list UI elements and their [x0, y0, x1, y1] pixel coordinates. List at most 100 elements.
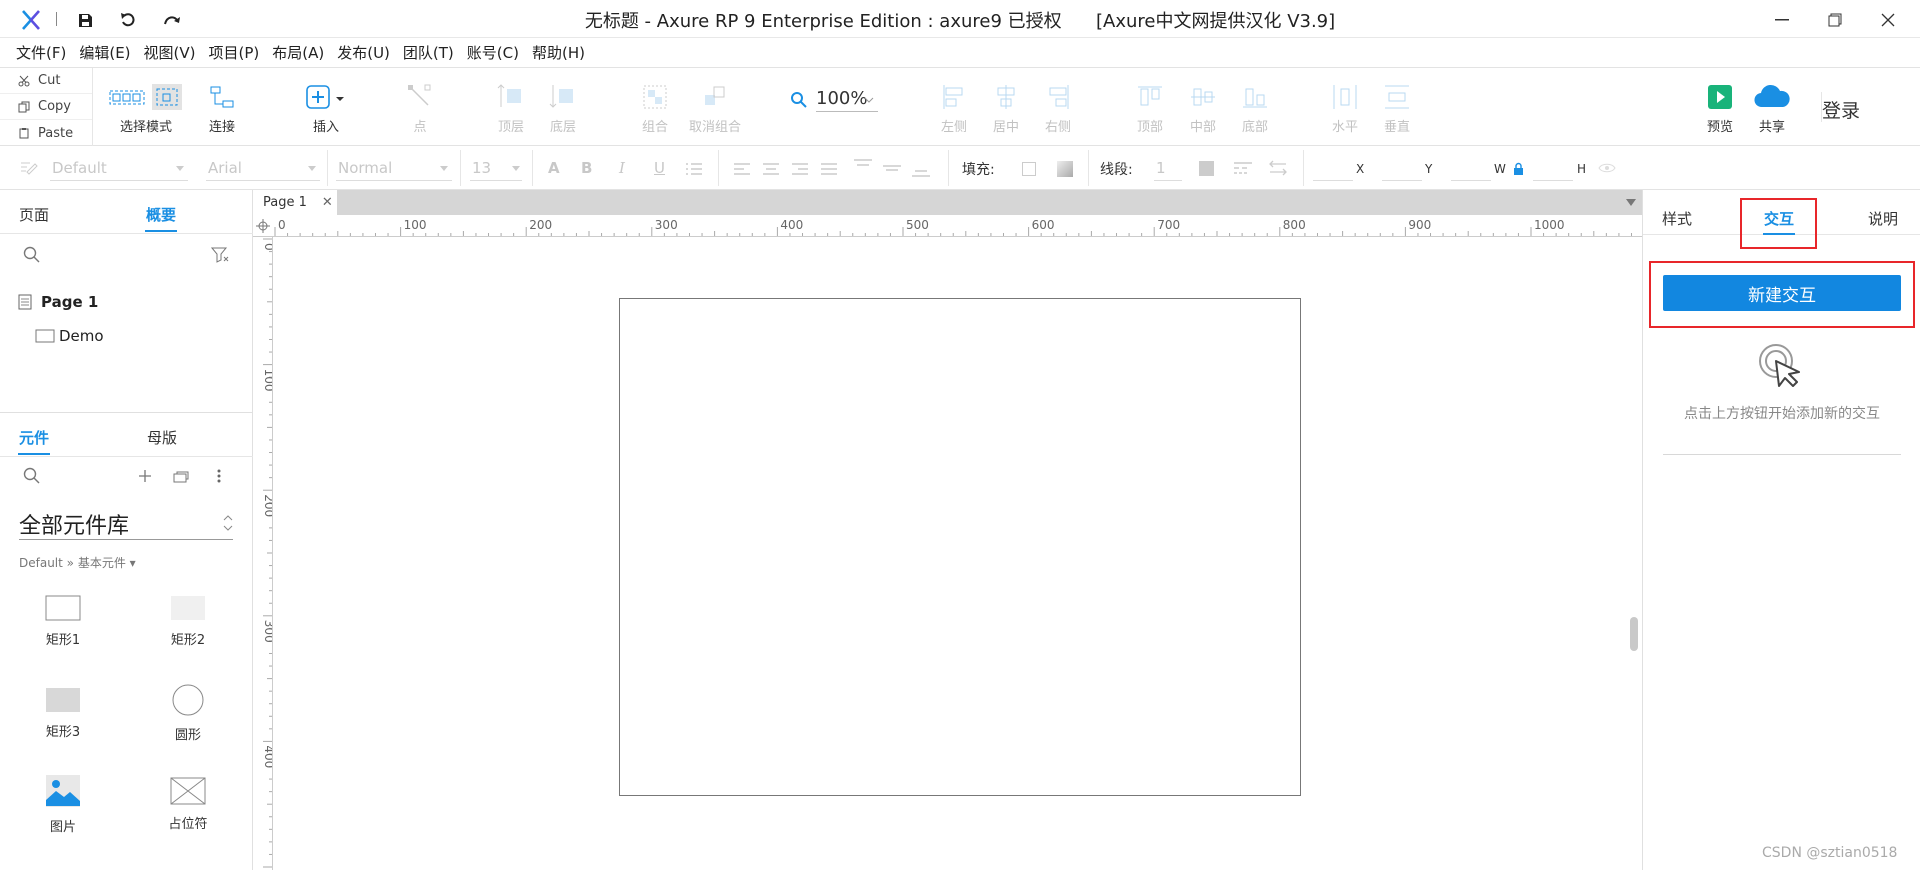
justify-text-icon[interactable] — [820, 162, 838, 176]
tab-pages[interactable]: 页面 — [19, 204, 49, 225]
align-middle-button[interactable]: 中部 — [1189, 80, 1217, 135]
widget-search-icon[interactable] — [23, 467, 41, 485]
insert-button[interactable]: 插入 — [304, 80, 348, 135]
align-text-left-icon[interactable] — [733, 162, 751, 176]
align-top-button[interactable]: 顶部 — [1136, 80, 1164, 135]
widget-rectangle3[interactable]: 矩形3 — [3, 687, 123, 740]
widget-rectangle1[interactable]: 矩形1 — [3, 595, 123, 648]
tab-widgets[interactable]: 元件 — [17, 427, 51, 455]
fill-color-swatch[interactable] — [1022, 162, 1036, 176]
menu-arrange[interactable]: 布局(A) — [272, 42, 324, 63]
ungroup-button[interactable]: 取消组合 — [689, 80, 741, 135]
menu-account[interactable]: 账号(C) — [467, 42, 519, 63]
menu-help[interactable]: 帮助(H) — [532, 42, 585, 63]
menu-publish[interactable]: 发布(U) — [337, 42, 390, 63]
font-select[interactable]: Arial — [208, 159, 242, 177]
restore-button[interactable] — [1815, 6, 1855, 34]
scissors-icon — [18, 75, 30, 86]
tab-overflow-icon[interactable] — [1626, 199, 1636, 206]
redo-icon[interactable] — [160, 8, 184, 32]
close-window-button[interactable] — [1868, 6, 1908, 34]
align-center-button[interactable]: 居中 — [992, 80, 1020, 135]
italic-icon[interactable]: I — [619, 159, 625, 177]
menu-edit[interactable]: 编辑(E) — [79, 42, 130, 63]
distribute-vertical-button[interactable]: 垂直 — [1383, 80, 1411, 135]
style-divider — [327, 150, 328, 186]
h-label: H — [1577, 162, 1587, 176]
tab-outline[interactable]: 概要 — [144, 204, 178, 232]
library-stack-icon[interactable] — [173, 469, 191, 483]
menu-view[interactable]: 视图(V) — [144, 42, 196, 63]
library-breadcrumb[interactable]: Default » 基本元件 ▾ — [19, 554, 136, 571]
weight-dropdown-icon — [440, 166, 448, 171]
widget-placeholder[interactable]: 占位符 — [128, 777, 248, 832]
share-button[interactable]: 共享 — [1753, 80, 1791, 135]
widget-image[interactable]: 图片 — [3, 774, 123, 835]
fill-gradient-swatch[interactable] — [1057, 161, 1073, 177]
undo-icon[interactable] — [116, 8, 140, 32]
style-select[interactable]: Default — [52, 159, 107, 177]
menu-file[interactable]: 文件(F) — [16, 42, 66, 63]
more-options-icon[interactable] — [217, 469, 221, 483]
add-library-icon[interactable] — [138, 469, 152, 483]
preview-button[interactable]: 预览 — [1707, 80, 1733, 135]
outline-page-item[interactable]: Page 1 — [18, 293, 98, 311]
bold-icon[interactable]: B — [581, 159, 592, 177]
copy-button[interactable]: Copy — [0, 94, 92, 120]
ruler-origin-icon[interactable] — [256, 219, 270, 233]
tab-masters[interactable]: 母版 — [147, 427, 177, 448]
library-select-arrows-icon — [223, 515, 233, 531]
page-tab[interactable]: Page 1 ✕ — [253, 190, 337, 215]
design-canvas[interactable] — [273, 237, 1642, 870]
paste-button[interactable]: Paste — [0, 120, 92, 146]
align-bottom-button[interactable]: 底部 — [1241, 80, 1269, 135]
underline-icon[interactable]: U — [654, 159, 665, 177]
connect-button[interactable]: 连接 — [208, 80, 236, 135]
font-weight-select[interactable]: Normal — [338, 159, 392, 177]
library-select[interactable]: 全部元件库 — [19, 508, 233, 540]
valign-bottom-icon[interactable] — [911, 158, 931, 178]
align-left-button[interactable]: 左侧 — [940, 80, 968, 135]
bottom-layer-button[interactable]: 底层 — [549, 80, 577, 135]
point-button[interactable]: 点 — [406, 80, 434, 135]
outline-demo-item[interactable]: Demo — [35, 327, 104, 345]
save-icon[interactable] — [73, 8, 97, 32]
bullet-list-icon[interactable] — [685, 162, 703, 176]
widget-circle[interactable]: 圆形 — [128, 684, 248, 743]
style-edit-icon — [21, 162, 38, 175]
visibility-eye-icon[interactable] — [1598, 162, 1616, 174]
tab-style[interactable]: 样式 — [1662, 208, 1692, 229]
align-text-center-icon[interactable] — [762, 162, 780, 176]
top-layer-button[interactable]: 顶层 — [497, 80, 525, 135]
filter-icon[interactable] — [211, 247, 229, 263]
align-right-button[interactable]: 右侧 — [1044, 80, 1072, 135]
arrow-style-icon[interactable] — [1268, 160, 1288, 176]
window-title: 无标题 - Axure RP 9 Enterprise Edition : ax… — [0, 7, 1920, 33]
font-size-select[interactable]: 13 — [472, 159, 491, 177]
search-icon[interactable] — [23, 246, 41, 264]
valign-top-icon[interactable] — [853, 158, 873, 178]
login-button[interactable]: 登录 — [1822, 96, 1860, 123]
group-button[interactable]: 组合 — [641, 80, 669, 135]
close-tab-icon[interactable]: ✕ — [322, 195, 333, 210]
new-interaction-button[interactable]: 新建交互 — [1663, 275, 1901, 311]
widget-rectangle2[interactable]: 矩形2 — [128, 595, 248, 648]
distribute-horizontal-button[interactable]: 水平 — [1331, 80, 1359, 135]
minimize-button[interactable] — [1762, 6, 1802, 34]
font-color-icon[interactable]: A — [548, 159, 560, 177]
menu-project[interactable]: 项目(P) — [209, 42, 260, 63]
demo-rectangle[interactable] — [619, 298, 1301, 796]
line-pattern-icon[interactable] — [1233, 160, 1253, 176]
valign-middle-icon[interactable] — [882, 158, 902, 178]
tab-notes[interactable]: 说明 — [1868, 208, 1898, 229]
lock-icon[interactable] — [1513, 162, 1524, 175]
menu-team[interactable]: 团队(T) — [403, 42, 454, 63]
canvas-scrollbar[interactable] — [1630, 617, 1638, 651]
select-mode-button[interactable]: 选择模式 — [108, 80, 184, 135]
h-underline — [1533, 180, 1573, 181]
line-width-input[interactable]: 1 — [1156, 159, 1166, 177]
align-text-right-icon[interactable] — [791, 162, 809, 176]
cut-button[interactable]: Cut — [0, 68, 92, 94]
line-color-swatch[interactable] — [1199, 161, 1214, 176]
zoom-control[interactable]: 100% — [790, 88, 878, 112]
